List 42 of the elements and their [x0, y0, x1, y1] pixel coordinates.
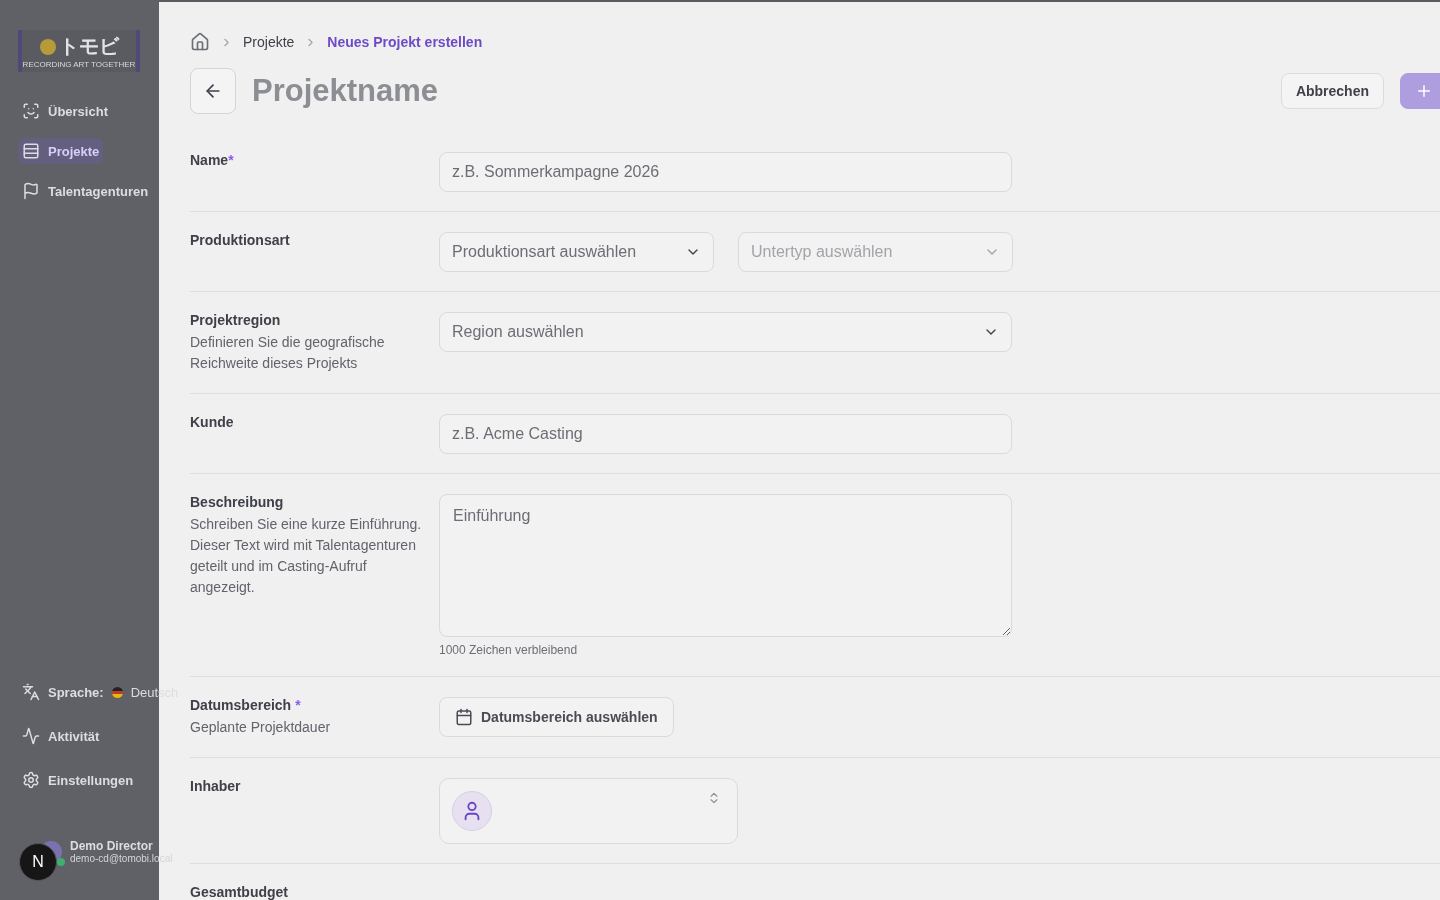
settings-icon — [22, 771, 40, 789]
plus-icon — [1415, 82, 1433, 100]
text-field[interactable]: z.B. Sommerkampagne 2026 — [439, 152, 1012, 192]
back-button[interactable] — [190, 68, 236, 114]
field-label: Name* — [190, 152, 235, 168]
field-label: Projektregion — [190, 312, 282, 328]
date-range-button[interactable]: Datumsbereich auswählen — [439, 697, 674, 737]
sidebar-item[interactable]: Aktivität — [18, 723, 104, 749]
page-title: Projektname — [252, 73, 440, 109]
description-field[interactable]: Einführung — [439, 494, 1012, 637]
sidebar-item[interactable]: Einstellungen — [18, 767, 138, 793]
text-field[interactable]: z.B. Acme Casting — [439, 414, 1012, 454]
field-description: Schreiben Sie eine kurze Einführung. Dieser Text wird mit Talentagenturen geteilt und im Casting-Aufruf angezeigt. — [190, 515, 423, 597]
sidebar-item[interactable]: Projekte — [18, 138, 104, 164]
field-description: Geplante Projektdauer — [190, 718, 332, 737]
field-label: Inhaber — [190, 778, 242, 794]
activity-icon — [22, 727, 40, 745]
logo: トモビ RECORDING ART TOGETHER — [18, 30, 140, 72]
flag-icon — [111, 686, 123, 698]
field-description: Definieren Sie die geografische Reichweite dieses Projekts — [190, 333, 386, 373]
select-field[interactable]: Region auswählen — [439, 312, 1012, 352]
user-name: Demo Director — [70, 839, 154, 853]
user-icon — [452, 791, 492, 831]
breadcrumb-link[interactable]: Projekte — [243, 34, 295, 50]
breadcrumb-link[interactable]: Neues Projekt erstellen — [327, 34, 483, 50]
calendar-icon — [455, 708, 473, 726]
cancel-button[interactable]: Abbrechen — [1280, 73, 1384, 109]
sidebar-item[interactable]: Talentagenturen — [18, 178, 153, 204]
select-field[interactable]: Produktionsart auswählen — [439, 232, 714, 272]
field-label: Datumsbereich * — [190, 697, 302, 713]
translate-icon — [22, 683, 40, 701]
field-label: Beschreibung — [190, 494, 285, 510]
flag-icon — [22, 182, 40, 200]
field-label: Produktionsart — [190, 232, 291, 248]
list-icon — [22, 142, 40, 160]
dev-badge[interactable]: N — [19, 843, 57, 881]
character-counter: 1000 Zeichen verbleibend — [439, 643, 579, 657]
home-icon[interactable] — [190, 32, 210, 52]
sidebar-item[interactable]: Übersicht — [18, 98, 112, 124]
scan-icon — [22, 102, 40, 120]
field-label: Gesamtbudget — [190, 884, 289, 900]
field-label: Kunde — [190, 414, 235, 430]
